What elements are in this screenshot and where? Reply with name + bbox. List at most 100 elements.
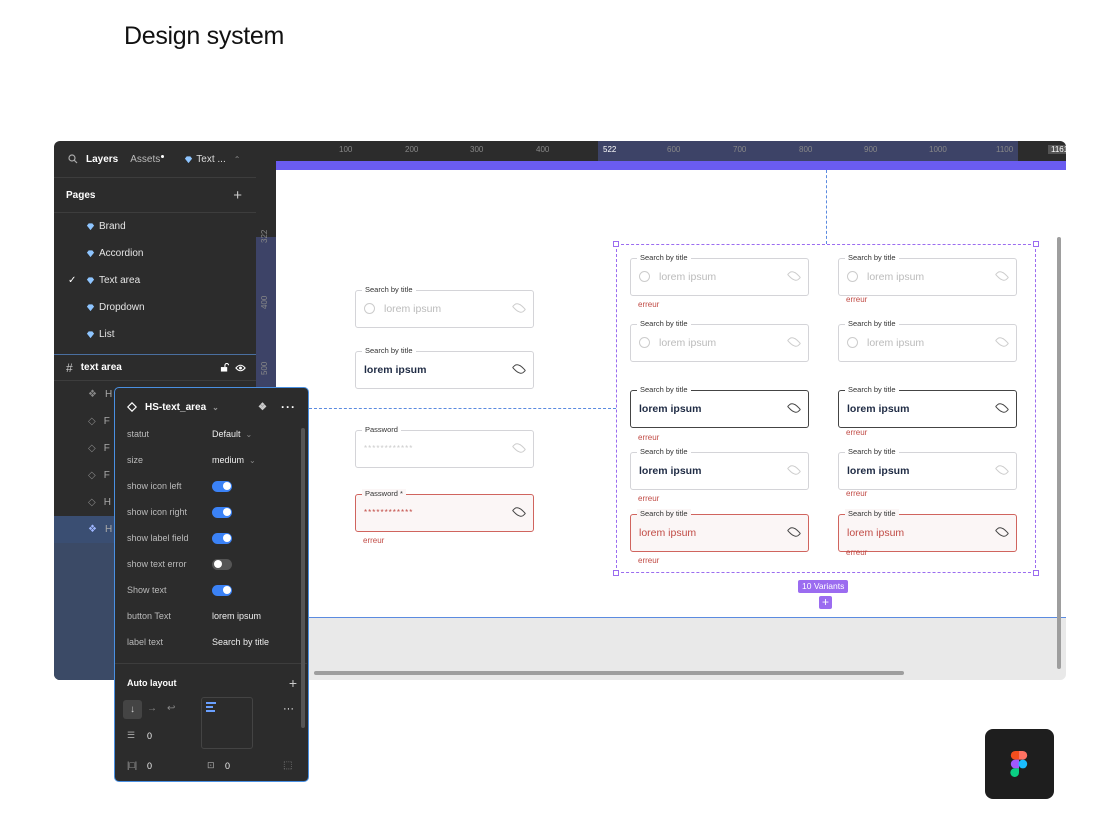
resize-handle[interactable] — [613, 570, 619, 576]
property-row: show label field — [127, 531, 297, 545]
property-row: button Text lorem ipsum — [127, 609, 297, 623]
horizontal-padding-icon: |□| — [127, 760, 138, 770]
text-field[interactable]: Password ************ — [355, 425, 534, 468]
property-row: label text Search by title — [127, 635, 297, 649]
more-layout-options-icon[interactable]: ··· — [283, 703, 294, 715]
page-item[interactable]: List — [54, 321, 256, 348]
toggle-switch[interactable] — [212, 532, 232, 544]
chevron-down-icon[interactable]: ⌄ — [246, 430, 253, 439]
properties-scrollbar[interactable] — [301, 428, 305, 728]
chevron-down-icon[interactable]: ⌄ — [249, 456, 256, 465]
property-value[interactable]: lorem ipsum — [212, 611, 261, 621]
file-name[interactable]: Text ... — [196, 154, 225, 165]
more-options-icon[interactable]: ··· — [281, 400, 296, 414]
property-row: Show text — [127, 583, 297, 597]
pages-label: Pages — [66, 189, 96, 201]
vertical-padding-value[interactable]: 0 — [225, 761, 230, 771]
property-value[interactable]: Search by title — [212, 637, 269, 647]
diamond-icon — [86, 250, 95, 258]
pages-header: Pages + — [54, 178, 256, 212]
ruler-tick-label: 100 — [339, 145, 353, 154]
field-label: Password * — [362, 489, 406, 498]
ruler-tick-label: 322 — [260, 229, 269, 243]
instance-icon: ◇ — [88, 470, 96, 481]
add-page-icon[interactable]: + — [233, 187, 242, 204]
vertical-scrollbar[interactable] — [1057, 237, 1061, 669]
property-key: Show text — [127, 585, 167, 595]
component-name[interactable]: HS-text_area — [145, 402, 206, 413]
checkmark-icon: ✓ — [68, 275, 77, 286]
field-value: ************ — [364, 508, 414, 517]
eye-icon[interactable] — [511, 361, 527, 377]
independent-padding-icon[interactable]: ⬚ — [283, 760, 292, 771]
property-select[interactable]: medium — [212, 455, 244, 465]
property-row: size medium ⌄ — [127, 453, 297, 467]
error-text: erreur — [363, 536, 385, 545]
property-row: show icon right — [127, 505, 297, 519]
eye-icon[interactable] — [511, 440, 527, 456]
property-key: show icon left — [127, 481, 182, 491]
horizontal-padding-value[interactable]: 0 — [147, 761, 152, 771]
resize-handle[interactable] — [1033, 241, 1039, 247]
tab-layers[interactable]: Layers — [86, 154, 118, 165]
toggle-switch[interactable] — [212, 558, 232, 570]
instance-icon: ◇ — [88, 416, 96, 427]
diamond-icon — [86, 331, 95, 339]
chevron-up-icon[interactable]: ⌃ — [234, 155, 241, 164]
variants-selection-box[interactable] — [613, 241, 1039, 576]
component-instance-icon — [127, 402, 137, 412]
page-item[interactable]: Dropdown — [54, 294, 256, 321]
eye-icon[interactable] — [511, 504, 527, 520]
component-icon[interactable]: ❖ — [258, 402, 267, 413]
property-key: show label field — [127, 533, 189, 543]
page-item[interactable]: ✓ Text area — [54, 267, 256, 294]
page-item[interactable]: Accordion — [54, 240, 256, 267]
layer-label: H — [104, 389, 113, 400]
page-title: Design system — [124, 22, 285, 50]
page-label: Brand — [99, 221, 126, 232]
ruler-tick-label: 522 — [603, 145, 617, 154]
property-select[interactable]: Default — [212, 429, 241, 439]
direction-horizontal-icon[interactable]: → — [147, 703, 157, 714]
wrap-icon[interactable]: ↩ — [167, 703, 175, 714]
tab-assets[interactable]: Assets — [130, 154, 160, 165]
figma-logo — [985, 729, 1054, 799]
guide-horizontal — [309, 408, 616, 409]
ruler-tick-label: 200 — [405, 145, 419, 154]
add-variant-button[interactable]: + — [819, 596, 832, 609]
text-field[interactable]: Search by title lorem ipsum — [355, 346, 534, 389]
panel-tabs: Layers Assets Text ... ⌃ — [54, 141, 256, 177]
field-label: Search by title — [362, 285, 416, 294]
toggle-switch[interactable] — [212, 584, 232, 596]
ruler-tick-label: 1100 — [996, 145, 1014, 154]
ruler-top: 100 200 300 400 522 600 700 800 900 1000 1100 1161 — [256, 141, 1066, 161]
field-value: lorem ipsum — [364, 364, 427, 376]
ruler-tick-label: 600 — [667, 145, 681, 154]
toggle-switch[interactable] — [212, 480, 232, 492]
layer-label: F — [103, 416, 110, 427]
ruler-tick-label: 500 — [260, 361, 269, 375]
eye-icon[interactable] — [511, 300, 527, 316]
text-field[interactable]: Search by title lorem ipsum — [355, 285, 534, 328]
alignment-grid[interactable] — [201, 697, 253, 749]
page-item[interactable]: Brand — [54, 213, 256, 240]
resize-handle[interactable] — [613, 241, 619, 247]
layer-frame-text-area[interactable]: # text area — [54, 354, 256, 381]
property-row: show icon left — [127, 479, 297, 493]
chevron-down-icon[interactable]: ⌄ — [212, 403, 219, 412]
direction-vertical-button[interactable]: ↓ — [123, 700, 142, 719]
layer-label: H — [104, 524, 113, 535]
figma-logo-icon — [1010, 751, 1028, 777]
property-key: show icon right — [127, 507, 188, 517]
spacing-value[interactable]: 0 — [147, 731, 152, 741]
eye-icon[interactable] — [235, 364, 246, 372]
toggle-switch[interactable] — [212, 506, 232, 518]
text-field[interactable]: Password * ************ — [355, 489, 534, 532]
add-auto-layout-icon[interactable]: + — [289, 675, 297, 691]
horizontal-scrollbar[interactable] — [314, 671, 904, 675]
resize-handle[interactable] — [1033, 570, 1039, 576]
layer-label: F — [103, 470, 110, 481]
field-label: Search by title — [362, 346, 416, 355]
unlock-icon[interactable] — [220, 363, 229, 372]
search-icon[interactable] — [68, 154, 78, 164]
